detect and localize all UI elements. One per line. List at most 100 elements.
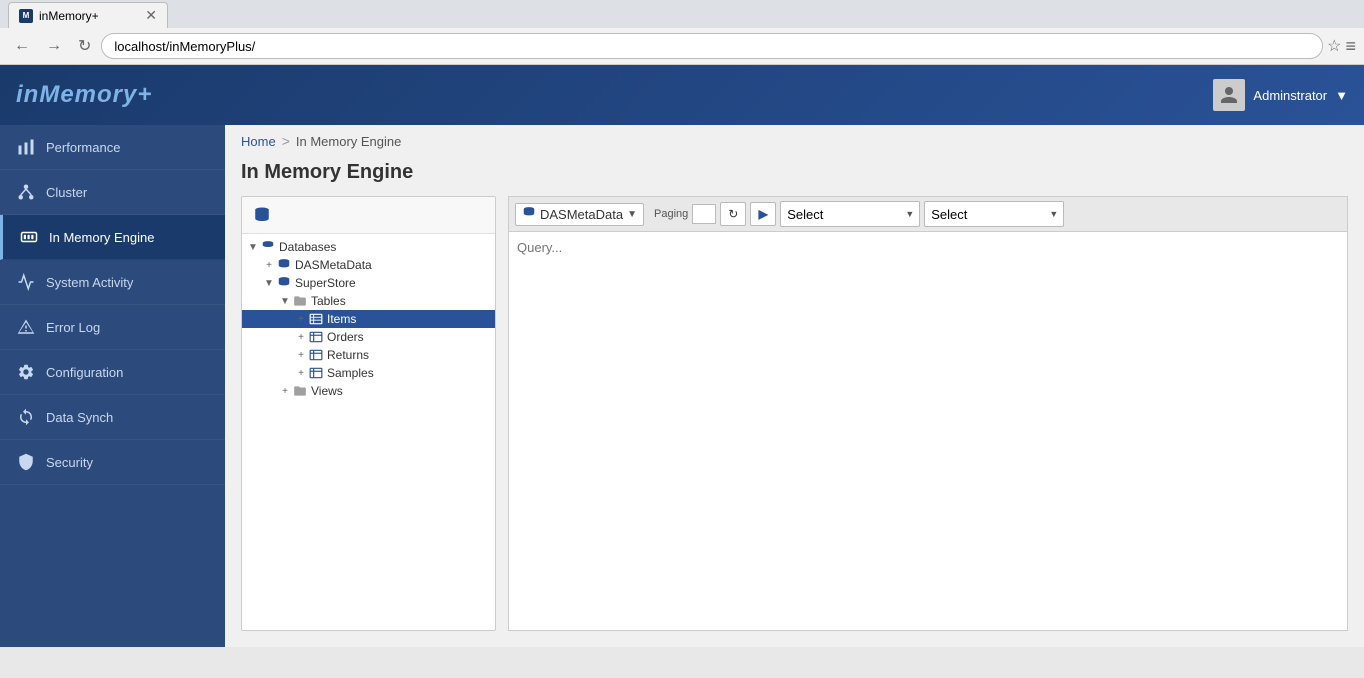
- user-dropdown-arrow[interactable]: ▼: [1335, 88, 1348, 103]
- sidebar-item-configuration[interactable]: Configuration: [0, 350, 225, 395]
- app-logo: inMemory+: [16, 81, 152, 109]
- tab-bar: M inMemory+ ✕: [0, 0, 1364, 28]
- paging-label: Paging: [654, 208, 688, 220]
- select-wrapper-2[interactable]: Select Option 1 Option 2: [924, 201, 1064, 227]
- logo-plus: +: [137, 81, 152, 108]
- expander-returns: +: [294, 348, 308, 362]
- label-returns: Returns: [327, 348, 369, 362]
- tree-node-orders[interactable]: + Orders: [242, 328, 495, 346]
- app-header: inMemory+ Adminstrator ▼: [0, 65, 1364, 125]
- gear-icon: [16, 362, 36, 382]
- db-select-arrow: ▼: [627, 209, 637, 220]
- sidebar-item-data-synch[interactable]: Data Synch: [0, 395, 225, 440]
- back-button[interactable]: ←: [8, 35, 36, 57]
- breadcrumb: Home > In Memory Engine: [225, 125, 1364, 157]
- sidebar-label-data-synch: Data Synch: [46, 410, 113, 425]
- sidebar-item-cluster[interactable]: Cluster: [0, 170, 225, 215]
- breadcrumb-home[interactable]: Home: [241, 134, 276, 149]
- table-samples-icon: [308, 366, 324, 380]
- paging-box: [692, 204, 716, 224]
- tree-node-tables[interactable]: ▼ Tables: [242, 292, 495, 310]
- sidebar-item-in-memory-engine[interactable]: In Memory Engine: [0, 215, 225, 260]
- label-databases: Databases: [279, 240, 336, 254]
- avatar: [1213, 79, 1245, 111]
- sidebar-label-cluster: Cluster: [46, 185, 87, 200]
- sidebar-label-security: Security: [46, 455, 93, 470]
- database-root-icon: [260, 240, 276, 254]
- breadcrumb-current: In Memory Engine: [296, 134, 402, 149]
- browser-chrome: M inMemory+ ✕ ← → ↻ ☆ ≡: [0, 0, 1364, 65]
- query-editor[interactable]: [508, 231, 1348, 631]
- sidebar-label-performance: Performance: [46, 140, 120, 155]
- database-dasmetadata-icon: [276, 258, 292, 272]
- db-select-wrapper[interactable]: DASMetaData ▼: [515, 203, 644, 226]
- expander-databases: ▼: [246, 240, 260, 254]
- memory-icon: [19, 227, 39, 247]
- sidebar-item-security[interactable]: Security: [0, 440, 225, 485]
- expander-items: +: [294, 312, 308, 326]
- select-dropdown-2[interactable]: Select Option 1 Option 2: [924, 201, 1064, 227]
- user-area[interactable]: Adminstrator ▼: [1213, 79, 1348, 111]
- db-select-icon: [522, 206, 536, 223]
- user-label: Adminstrator: [1253, 88, 1327, 103]
- expander-tables: ▼: [278, 294, 292, 308]
- expander-views: +: [278, 384, 292, 398]
- activity-icon: [16, 272, 36, 292]
- run-button[interactable]: ▶: [750, 202, 776, 226]
- tree-node-views[interactable]: + Views: [242, 382, 495, 400]
- nodes-icon: [16, 182, 36, 202]
- sidebar-item-system-activity[interactable]: System Activity: [0, 260, 225, 305]
- tree-node-samples[interactable]: + Samples: [242, 364, 495, 382]
- expander-orders: +: [294, 330, 308, 344]
- table-items-icon: [308, 312, 324, 326]
- tree-node-items[interactable]: + Items: [242, 310, 495, 328]
- tree-node-dasmetadata[interactable]: + DASMetaData: [242, 256, 495, 274]
- shield-icon: [16, 452, 36, 472]
- sidebar-item-error-log[interactable]: Error Log: [0, 305, 225, 350]
- main-panel: ▼ Databases +: [225, 196, 1364, 647]
- table-orders-icon: [308, 330, 324, 344]
- label-items: Items: [327, 312, 356, 326]
- database-toolbar-icon[interactable]: [250, 203, 274, 227]
- app-wrapper: inMemory+ Adminstrator ▼ Performanc: [0, 65, 1364, 647]
- tree-node-databases[interactable]: ▼ Databases: [242, 238, 495, 256]
- omnibar-row: ← → ↻ ☆ ≡: [0, 28, 1364, 64]
- select-dropdown-1[interactable]: Select Option 1 Option 2: [780, 201, 920, 227]
- sync-icon: [16, 407, 36, 427]
- label-samples: Samples: [327, 366, 374, 380]
- address-bar[interactable]: [101, 33, 1323, 59]
- logo-text: inMemory: [16, 81, 137, 108]
- sidebar-label-in-memory-engine: In Memory Engine: [49, 230, 155, 245]
- label-tables: Tables: [311, 294, 346, 308]
- browser-tab[interactable]: M inMemory+ ✕: [8, 2, 168, 28]
- tree-toolbar: [242, 197, 495, 234]
- page-title: In Memory Engine: [225, 157, 1364, 196]
- content-area: Home > In Memory Engine In Memory Engine: [225, 125, 1364, 647]
- tree-node-superstore[interactable]: ▼ SuperStore: [242, 274, 495, 292]
- tree-node-returns[interactable]: + Returns: [242, 346, 495, 364]
- query-toolbar: DASMetaData ▼ Paging ↻ ▶ Sel: [508, 196, 1348, 231]
- expander-samples: +: [294, 366, 308, 380]
- sidebar-label-system-activity: System Activity: [46, 275, 133, 290]
- warning-icon: [16, 317, 36, 337]
- sidebar: Performance Cluster: [0, 125, 225, 647]
- tree-content: ▼ Databases +: [242, 234, 495, 404]
- tab-title: inMemory+: [39, 9, 99, 23]
- bookmark-button[interactable]: ☆: [1327, 36, 1341, 56]
- tab-favicon: M: [19, 9, 33, 23]
- sidebar-label-error-log: Error Log: [46, 320, 100, 335]
- expander-dasmetadata: +: [262, 258, 276, 272]
- sidebar-item-performance[interactable]: Performance: [0, 125, 225, 170]
- database-superstore-icon: [276, 276, 292, 290]
- expander-superstore: ▼: [262, 276, 276, 290]
- tab-close-button[interactable]: ✕: [137, 7, 157, 24]
- folder-views-icon: [292, 384, 308, 398]
- user-icon: [1219, 85, 1239, 105]
- refresh-button[interactable]: ↻: [72, 34, 97, 58]
- forward-button[interactable]: →: [40, 35, 68, 57]
- refresh-button[interactable]: ↻: [720, 202, 746, 226]
- label-orders: Orders: [327, 330, 364, 344]
- select-wrapper-1[interactable]: Select Option 1 Option 2: [780, 201, 920, 227]
- browser-menu-button[interactable]: ≡: [1345, 36, 1356, 57]
- breadcrumb-separator: >: [282, 133, 290, 149]
